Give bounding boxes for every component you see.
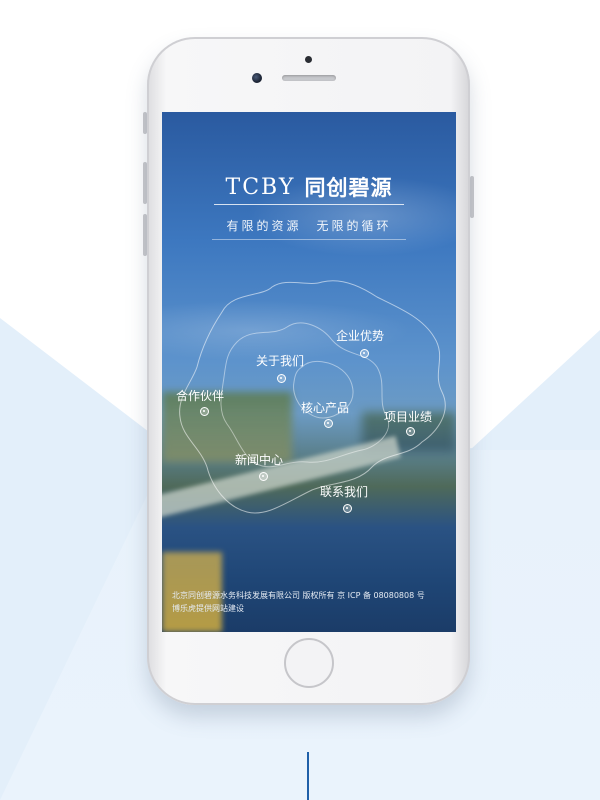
phone-speaker xyxy=(282,75,336,81)
nav-item-partners[interactable]: 合作伙伴 xyxy=(176,387,224,404)
nav-item-projects[interactable]: 项目业绩 xyxy=(384,408,432,425)
phone-power-button xyxy=(470,176,474,218)
phone-sensor xyxy=(305,56,312,63)
background-right-triangle xyxy=(470,330,600,450)
footer: 北京同创碧源水务科技发展有限公司 版权所有 京 ICP 备 08080808 号… xyxy=(172,589,452,615)
nav-item-about[interactable]: 关于我们 xyxy=(256,352,304,369)
nav-about-dot-icon[interactable] xyxy=(277,374,286,383)
nav-advantages-dot-icon[interactable] xyxy=(360,349,369,358)
background-left-triangle xyxy=(0,318,170,800)
front-camera-icon xyxy=(252,73,262,83)
nav-products-dot-icon[interactable] xyxy=(324,419,333,428)
nav-partners-dot-icon[interactable] xyxy=(200,407,209,416)
map-outline-graphic xyxy=(179,280,446,514)
section-divider-line xyxy=(307,752,309,800)
nav-news-dot-icon[interactable] xyxy=(259,472,268,481)
nav-item-advantages[interactable]: 企业优势 xyxy=(336,327,384,344)
nav-item-news[interactable]: 新闻中心 xyxy=(235,451,283,468)
nav-projects-dot-icon[interactable] xyxy=(406,427,415,436)
phone-screen: TCBY 同创碧源 有限的资源 无限的循环 企业优势 关于我们 合作伙伴 核心产… xyxy=(162,112,456,632)
footer-credit[interactable]: 博乐虎提供网站建设 xyxy=(172,602,452,615)
nav-contact-dot-icon[interactable] xyxy=(343,504,352,513)
home-button[interactable] xyxy=(284,638,334,688)
nav-item-products[interactable]: 核心产品 xyxy=(301,399,349,416)
footer-copyright: 北京同创碧源水务科技发展有限公司 版权所有 京 ICP 备 08080808 号 xyxy=(172,591,425,600)
nav-item-contact[interactable]: 联系我们 xyxy=(320,483,368,500)
